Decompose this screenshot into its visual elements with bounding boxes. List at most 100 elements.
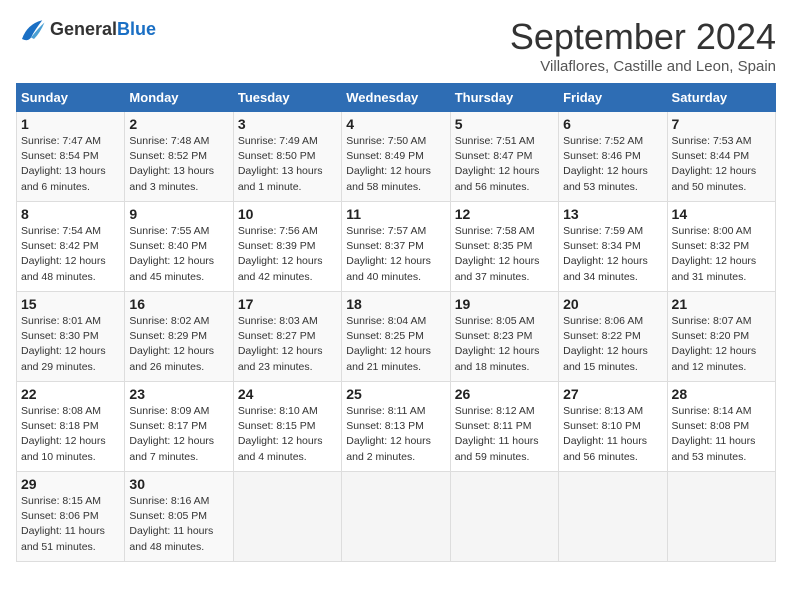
day-number: 29 — [21, 476, 120, 492]
calendar-cell — [559, 472, 667, 562]
day-info: Sunrise: 8:02 AMSunset: 8:29 PMDaylight:… — [129, 314, 228, 375]
day-info: Sunrise: 7:55 AMSunset: 8:40 PMDaylight:… — [129, 224, 228, 285]
day-number: 2 — [129, 116, 228, 132]
header-wednesday: Wednesday — [342, 84, 450, 112]
logo-blue-text: Blue — [117, 19, 156, 39]
day-number: 25 — [346, 386, 445, 402]
calendar-cell — [667, 472, 775, 562]
calendar-cell: 1 Sunrise: 7:47 AMSunset: 8:54 PMDaylight… — [17, 112, 125, 202]
calendar-header-row: Sunday Monday Tuesday Wednesday Thursday… — [17, 84, 776, 112]
calendar-cell: 15 Sunrise: 8:01 AMSunset: 8:30 PMDayligh… — [17, 292, 125, 382]
calendar-cell: 11 Sunrise: 7:57 AMSunset: 8:37 PMDayligh… — [342, 202, 450, 292]
day-number: 4 — [346, 116, 445, 132]
logo-general-text: General — [50, 19, 117, 39]
day-info: Sunrise: 8:00 AMSunset: 8:32 PMDaylight:… — [672, 224, 771, 285]
header-saturday: Saturday — [667, 84, 775, 112]
logo: GeneralBlue — [16, 16, 156, 44]
day-number: 10 — [238, 206, 337, 222]
calendar-cell: 6 Sunrise: 7:52 AMSunset: 8:46 PMDaylight… — [559, 112, 667, 202]
calendar-cell — [342, 472, 450, 562]
header-thursday: Thursday — [450, 84, 558, 112]
calendar-week-row: 1 Sunrise: 7:47 AMSunset: 8:54 PMDaylight… — [17, 112, 776, 202]
calendar-week-row: 29Sunrise: 8:15 AMSunset: 8:06 PMDayligh… — [17, 472, 776, 562]
day-info: Sunrise: 7:49 AMSunset: 8:50 PMDaylight:… — [238, 134, 337, 195]
day-number: 27 — [563, 386, 662, 402]
calendar-cell: 17 Sunrise: 8:03 AMSunset: 8:27 PMDayligh… — [233, 292, 341, 382]
day-info: Sunrise: 7:54 AMSunset: 8:42 PMDaylight:… — [21, 224, 120, 285]
day-info: Sunrise: 7:47 AMSunset: 8:54 PMDaylight:… — [21, 134, 120, 195]
day-number: 18 — [346, 296, 445, 312]
day-info: Sunrise: 7:53 AMSunset: 8:44 PMDaylight:… — [672, 134, 771, 195]
day-number: 15 — [21, 296, 120, 312]
day-info: Sunrise: 7:51 AMSunset: 8:47 PMDaylight:… — [455, 134, 554, 195]
day-info: Sunrise: 7:52 AMSunset: 8:46 PMDaylight:… — [563, 134, 662, 195]
calendar-cell: 29Sunrise: 8:15 AMSunset: 8:06 PMDayligh… — [17, 472, 125, 562]
calendar-cell: 22Sunrise: 8:08 AMSunset: 8:18 PMDayligh… — [17, 382, 125, 472]
day-number: 11 — [346, 206, 445, 222]
calendar-cell: 7 Sunrise: 7:53 AMSunset: 8:44 PMDaylight… — [667, 112, 775, 202]
day-number: 3 — [238, 116, 337, 132]
day-info: Sunrise: 8:14 AMSunset: 8:08 PMDaylight:… — [672, 404, 771, 465]
day-number: 6 — [563, 116, 662, 132]
header-monday: Monday — [125, 84, 233, 112]
header-sunday: Sunday — [17, 84, 125, 112]
day-number: 26 — [455, 386, 554, 402]
day-info: Sunrise: 8:09 AMSunset: 8:17 PMDaylight:… — [129, 404, 228, 465]
location-text: Villaflores, Castille and Leon, Spain — [510, 58, 776, 75]
day-info: Sunrise: 8:01 AMSunset: 8:30 PMDaylight:… — [21, 314, 120, 375]
day-info: Sunrise: 7:58 AMSunset: 8:35 PMDaylight:… — [455, 224, 554, 285]
calendar-cell: 18Sunrise: 8:04 AMSunset: 8:25 PMDayligh… — [342, 292, 450, 382]
calendar-cell: 23 Sunrise: 8:09 AMSunset: 8:17 PMDayligh… — [125, 382, 233, 472]
calendar-cell: 5Sunrise: 7:51 AMSunset: 8:47 PMDaylight… — [450, 112, 558, 202]
day-info: Sunrise: 8:10 AMSunset: 8:15 PMDaylight:… — [238, 404, 337, 465]
logo-bird-icon — [16, 16, 46, 44]
day-info: Sunrise: 8:11 AMSunset: 8:13 PMDaylight:… — [346, 404, 445, 465]
day-info: Sunrise: 8:06 AMSunset: 8:22 PMDaylight:… — [563, 314, 662, 375]
calendar-cell: 26Sunrise: 8:12 AMSunset: 8:11 PMDayligh… — [450, 382, 558, 472]
day-number: 23 — [129, 386, 228, 402]
day-info: Sunrise: 7:59 AMSunset: 8:34 PMDaylight:… — [563, 224, 662, 285]
calendar-cell: 20 Sunrise: 8:06 AMSunset: 8:22 PMDayligh… — [559, 292, 667, 382]
day-info: Sunrise: 8:05 AMSunset: 8:23 PMDaylight:… — [455, 314, 554, 375]
day-number: 9 — [129, 206, 228, 222]
calendar-cell: 12 Sunrise: 7:58 AMSunset: 8:35 PMDayligh… — [450, 202, 558, 292]
day-number: 12 — [455, 206, 554, 222]
day-number: 17 — [238, 296, 337, 312]
calendar-cell: 25 Sunrise: 8:11 AMSunset: 8:13 PMDayligh… — [342, 382, 450, 472]
header-tuesday: Tuesday — [233, 84, 341, 112]
day-number: 20 — [563, 296, 662, 312]
header-friday: Friday — [559, 84, 667, 112]
calendar-cell: 9 Sunrise: 7:55 AMSunset: 8:40 PMDaylight… — [125, 202, 233, 292]
day-number: 22 — [21, 386, 120, 402]
calendar-cell: 14 Sunrise: 8:00 AMSunset: 8:32 PMDayligh… — [667, 202, 775, 292]
month-title: September 2024 — [510, 16, 776, 58]
calendar-cell: 30 Sunrise: 8:16 AMSunset: 8:05 PMDayligh… — [125, 472, 233, 562]
calendar-cell: 8 Sunrise: 7:54 AMSunset: 8:42 PMDaylight… — [17, 202, 125, 292]
day-number: 28 — [672, 386, 771, 402]
calendar-cell: 13 Sunrise: 7:59 AMSunset: 8:34 PMDayligh… — [559, 202, 667, 292]
calendar-cell: 24Sunrise: 8:10 AMSunset: 8:15 PMDayligh… — [233, 382, 341, 472]
day-number: 21 — [672, 296, 771, 312]
day-number: 30 — [129, 476, 228, 492]
day-info: Sunrise: 7:57 AMSunset: 8:37 PMDaylight:… — [346, 224, 445, 285]
calendar-week-row: 15 Sunrise: 8:01 AMSunset: 8:30 PMDayligh… — [17, 292, 776, 382]
day-number: 14 — [672, 206, 771, 222]
day-info: Sunrise: 8:13 AMSunset: 8:10 PMDaylight:… — [563, 404, 662, 465]
day-info: Sunrise: 8:16 AMSunset: 8:05 PMDaylight:… — [129, 494, 228, 555]
calendar-cell: 19 Sunrise: 8:05 AMSunset: 8:23 PMDayligh… — [450, 292, 558, 382]
calendar-cell: 28 Sunrise: 8:14 AMSunset: 8:08 PMDayligh… — [667, 382, 775, 472]
calendar-cell: 3 Sunrise: 7:49 AMSunset: 8:50 PMDaylight… — [233, 112, 341, 202]
day-number: 1 — [21, 116, 120, 132]
day-number: 16 — [129, 296, 228, 312]
day-info: Sunrise: 8:03 AMSunset: 8:27 PMDaylight:… — [238, 314, 337, 375]
day-number: 13 — [563, 206, 662, 222]
calendar-cell: 2 Sunrise: 7:48 AMSunset: 8:52 PMDaylight… — [125, 112, 233, 202]
calendar-week-row: 8 Sunrise: 7:54 AMSunset: 8:42 PMDaylight… — [17, 202, 776, 292]
day-number: 7 — [672, 116, 771, 132]
title-block: September 2024 Villaflores, Castille and… — [510, 16, 776, 75]
day-number: 19 — [455, 296, 554, 312]
day-info: Sunrise: 7:50 AMSunset: 8:49 PMDaylight:… — [346, 134, 445, 195]
day-info: Sunrise: 7:48 AMSunset: 8:52 PMDaylight:… — [129, 134, 228, 195]
calendar-week-row: 22Sunrise: 8:08 AMSunset: 8:18 PMDayligh… — [17, 382, 776, 472]
day-number: 8 — [21, 206, 120, 222]
